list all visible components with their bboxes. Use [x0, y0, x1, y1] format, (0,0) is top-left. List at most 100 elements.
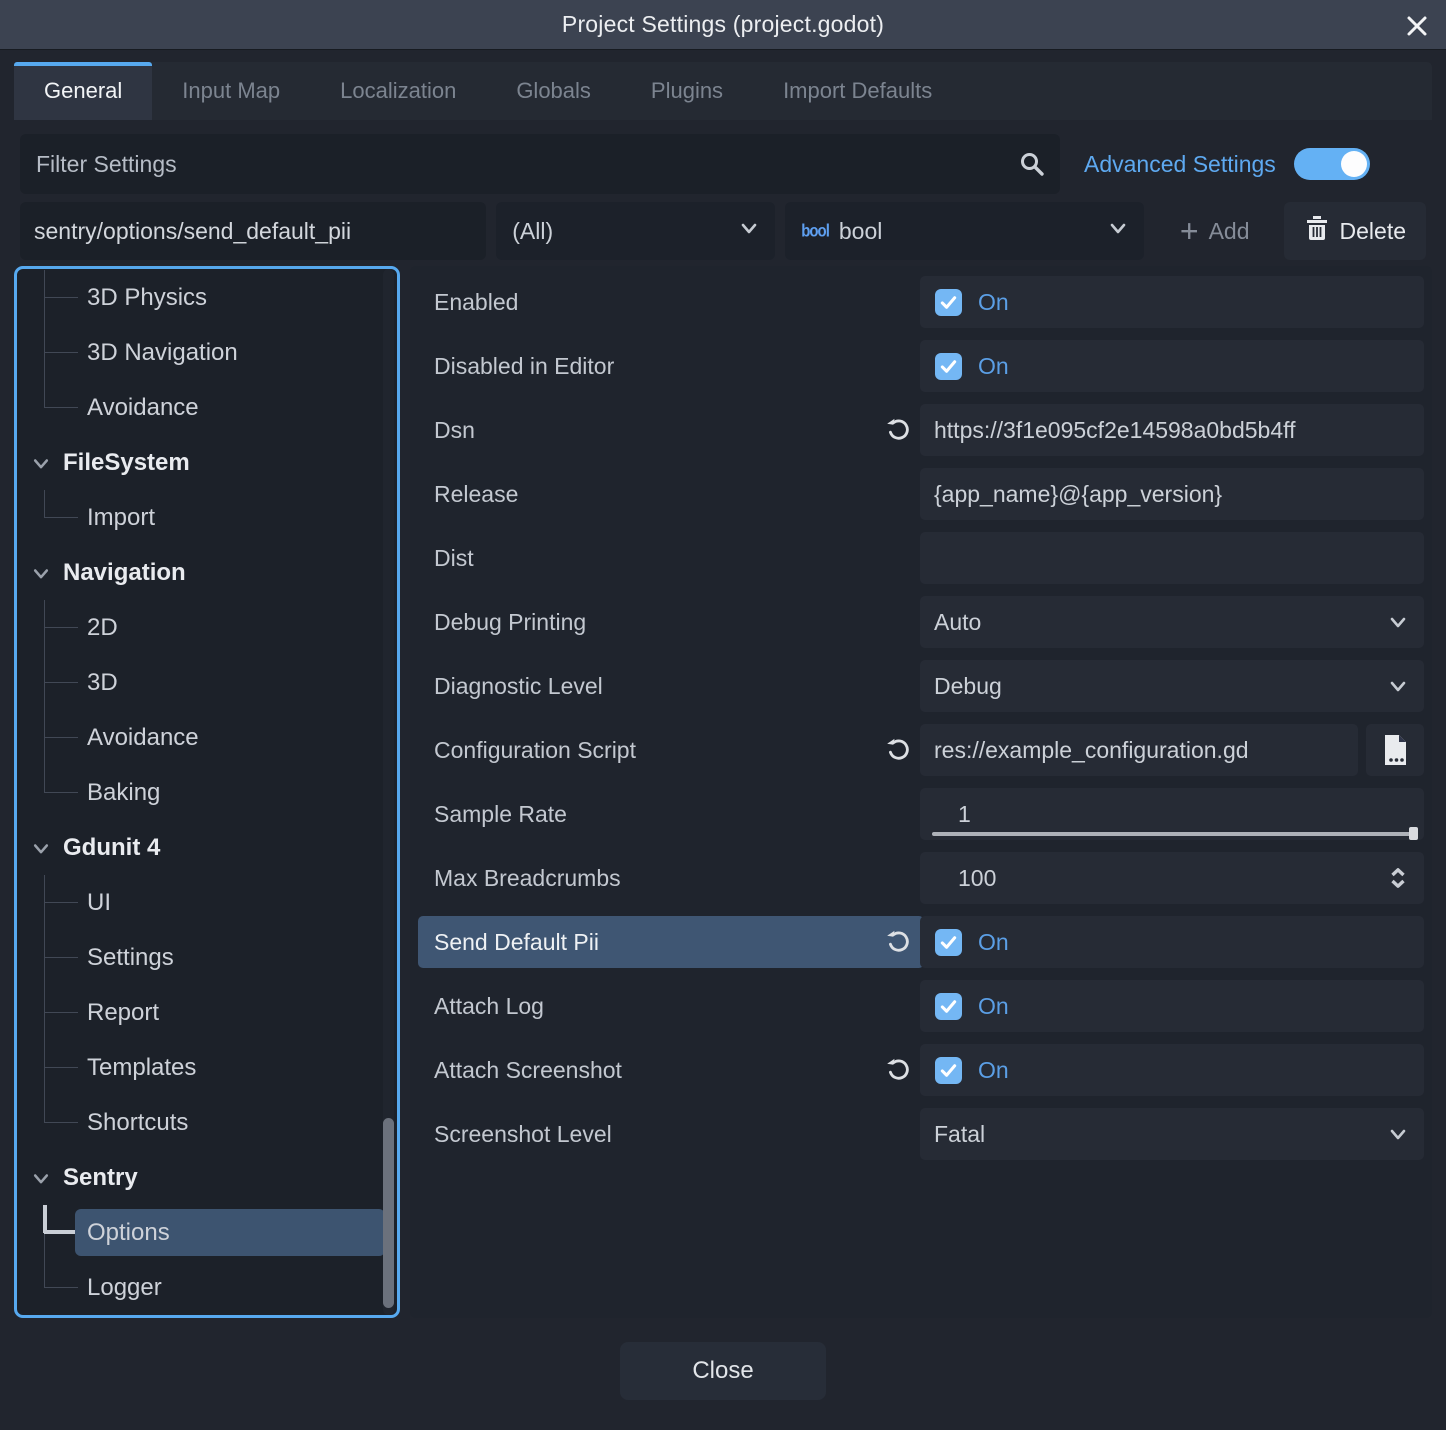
tab-import-defaults[interactable]: Import Defaults — [753, 62, 962, 120]
chevron-down-icon[interactable] — [31, 837, 51, 865]
dropdown-screenshot-level[interactable]: Fatal — [920, 1108, 1424, 1160]
tree-item-import[interactable]: Import — [17, 490, 397, 545]
setting-value-area: {app_name}@{app_version} — [920, 468, 1424, 520]
tree-item-settings[interactable]: Settings — [17, 930, 397, 985]
setting-label: Max Breadcrumbs — [434, 865, 920, 892]
checkbox[interactable] — [935, 929, 962, 956]
tree-guide-line — [44, 352, 78, 353]
type-value: bool — [839, 218, 882, 245]
setting-label: Diagnostic Level — [434, 673, 920, 700]
revert-icon[interactable] — [876, 1048, 920, 1092]
tree-item-label: Import — [87, 504, 155, 532]
close-button[interactable]: Close — [620, 1342, 826, 1400]
window-title: Project Settings (project.godot) — [562, 11, 884, 38]
tree-item-3d-navigation[interactable]: 3D Navigation — [17, 325, 397, 380]
setting-row-dist: Dist — [410, 532, 1424, 584]
advanced-settings-label[interactable]: Advanced Settings — [1084, 151, 1276, 178]
tree-item-options[interactable]: Options — [17, 1205, 397, 1260]
tree-item-avoidance[interactable]: Avoidance — [17, 710, 397, 765]
setting-label: Dist — [434, 545, 920, 572]
tree-guide-line — [44, 683, 45, 710]
checkbox-cell[interactable]: On — [920, 276, 1424, 328]
checkbox-cell[interactable]: On — [920, 916, 1424, 968]
dropdown-debug-printing[interactable]: Auto — [920, 596, 1424, 648]
tree-item-3d[interactable]: 3D — [17, 655, 397, 710]
tree-item-logger[interactable]: Logger — [17, 1260, 397, 1315]
revert-icon[interactable] — [876, 728, 920, 772]
checkbox-cell[interactable]: On — [920, 1044, 1424, 1096]
script-file-icon[interactable] — [1366, 724, 1424, 776]
setting-value-area — [920, 532, 1424, 584]
tree-item-filesystem[interactable]: FileSystem — [17, 435, 397, 490]
tree-item-ui[interactable]: UI — [17, 875, 397, 930]
text-field-dist[interactable] — [920, 532, 1424, 584]
close-icon[interactable] — [1402, 11, 1432, 41]
tree-item-gdunit-4[interactable]: Gdunit 4 — [17, 820, 397, 875]
checkbox-cell[interactable]: On — [920, 340, 1424, 392]
tab-localization[interactable]: Localization — [310, 62, 486, 120]
tree-guide-line — [44, 737, 78, 738]
checkbox-cell[interactable]: On — [920, 980, 1424, 1032]
tree-item-label: Logger — [87, 1274, 162, 1302]
tab-plugins[interactable]: Plugins — [621, 62, 753, 120]
tree-guide-line — [44, 297, 78, 298]
tree-item-3d-physics[interactable]: 3D Physics — [17, 270, 397, 325]
text-field-release[interactable]: {app_name}@{app_version} — [920, 468, 1424, 520]
checkbox[interactable] — [935, 993, 962, 1020]
chevron-down-icon[interactable] — [31, 562, 51, 590]
type-dropdown[interactable]: bool bool — [785, 202, 1144, 260]
setting-label: Release — [434, 481, 920, 508]
filter-settings-input[interactable] — [20, 134, 1060, 194]
text-field-value: {app_name}@{app_version} — [934, 481, 1222, 508]
tab-bar: GeneralInput MapLocalizationGlobalsPlugi… — [14, 62, 1432, 120]
delete-button[interactable]: Delete — [1284, 202, 1426, 260]
revert-icon[interactable] — [876, 408, 920, 452]
advanced-settings-toggle[interactable] — [1294, 148, 1370, 180]
checkbox-state-label: On — [978, 993, 1009, 1020]
tree-item-label: 3D Physics — [87, 284, 207, 312]
project-settings-dialog: { "window": { "title": "Project Settings… — [0, 0, 1446, 1430]
slider-handle[interactable] — [1409, 827, 1418, 840]
tab-general[interactable]: General — [14, 62, 152, 120]
tree-item-templates[interactable]: Templates — [17, 1040, 397, 1095]
revert-icon[interactable] — [876, 920, 920, 964]
tab-globals[interactable]: Globals — [486, 62, 621, 120]
tree-guide-line — [44, 682, 78, 683]
checkbox[interactable] — [935, 353, 962, 380]
slider-track[interactable] — [932, 832, 1414, 836]
checkbox[interactable] — [935, 289, 962, 316]
tree-item-shortcuts[interactable]: Shortcuts — [17, 1095, 397, 1150]
toggle-knob — [1341, 151, 1367, 177]
tree-guide-line — [44, 600, 45, 628]
tree-item-2d[interactable]: 2D — [17, 600, 397, 655]
tree-item-avoidance[interactable]: Avoidance — [17, 380, 397, 435]
settings-tree-panel: 3D Physics3D NavigationAvoidanceFileSyst… — [14, 266, 400, 1318]
tab-input-map[interactable]: Input Map — [152, 62, 310, 120]
category-value: (All) — [512, 218, 553, 245]
checkbox[interactable] — [935, 1057, 962, 1084]
tree-scrollbar-thumb[interactable] — [383, 1118, 394, 1308]
tree-guide-line — [44, 1067, 78, 1068]
spin-updown-icon[interactable] — [1386, 866, 1410, 895]
category-dropdown[interactable]: (All) — [496, 202, 775, 260]
chevron-down-icon[interactable] — [31, 452, 51, 480]
text-field-configuration-script[interactable]: res://example_configuration.gd — [920, 724, 1358, 776]
tree-guide-line — [44, 655, 45, 683]
setting-value-area: https://3f1e095cf2e14598a0bd5b4ff — [920, 404, 1424, 456]
add-button[interactable]: + Add — [1160, 202, 1270, 260]
tree-item-report[interactable]: Report — [17, 985, 397, 1040]
tree-guide-line — [44, 765, 45, 793]
tree-guide-line — [44, 270, 45, 298]
text-field-dsn[interactable]: https://3f1e095cf2e14598a0bd5b4ff — [920, 404, 1424, 456]
chevron-down-icon[interactable] — [31, 1167, 51, 1195]
tree-item-sentry[interactable]: Sentry — [17, 1150, 397, 1205]
dropdown-diagnostic-level[interactable]: Debug — [920, 660, 1424, 712]
settings-rows-panel: EnabledOnDisabled in EditorOnDsnhttps://… — [410, 266, 1432, 1318]
tree-guide-line — [44, 902, 78, 903]
tree-item-baking[interactable]: Baking — [17, 765, 397, 820]
checkbox-state-label: On — [978, 289, 1009, 316]
slider-cell[interactable]: 1 — [920, 788, 1424, 840]
property-path-input[interactable] — [20, 202, 486, 260]
spinner-cell[interactable]: 100 — [920, 852, 1424, 904]
tree-item-navigation[interactable]: Navigation — [17, 545, 397, 600]
